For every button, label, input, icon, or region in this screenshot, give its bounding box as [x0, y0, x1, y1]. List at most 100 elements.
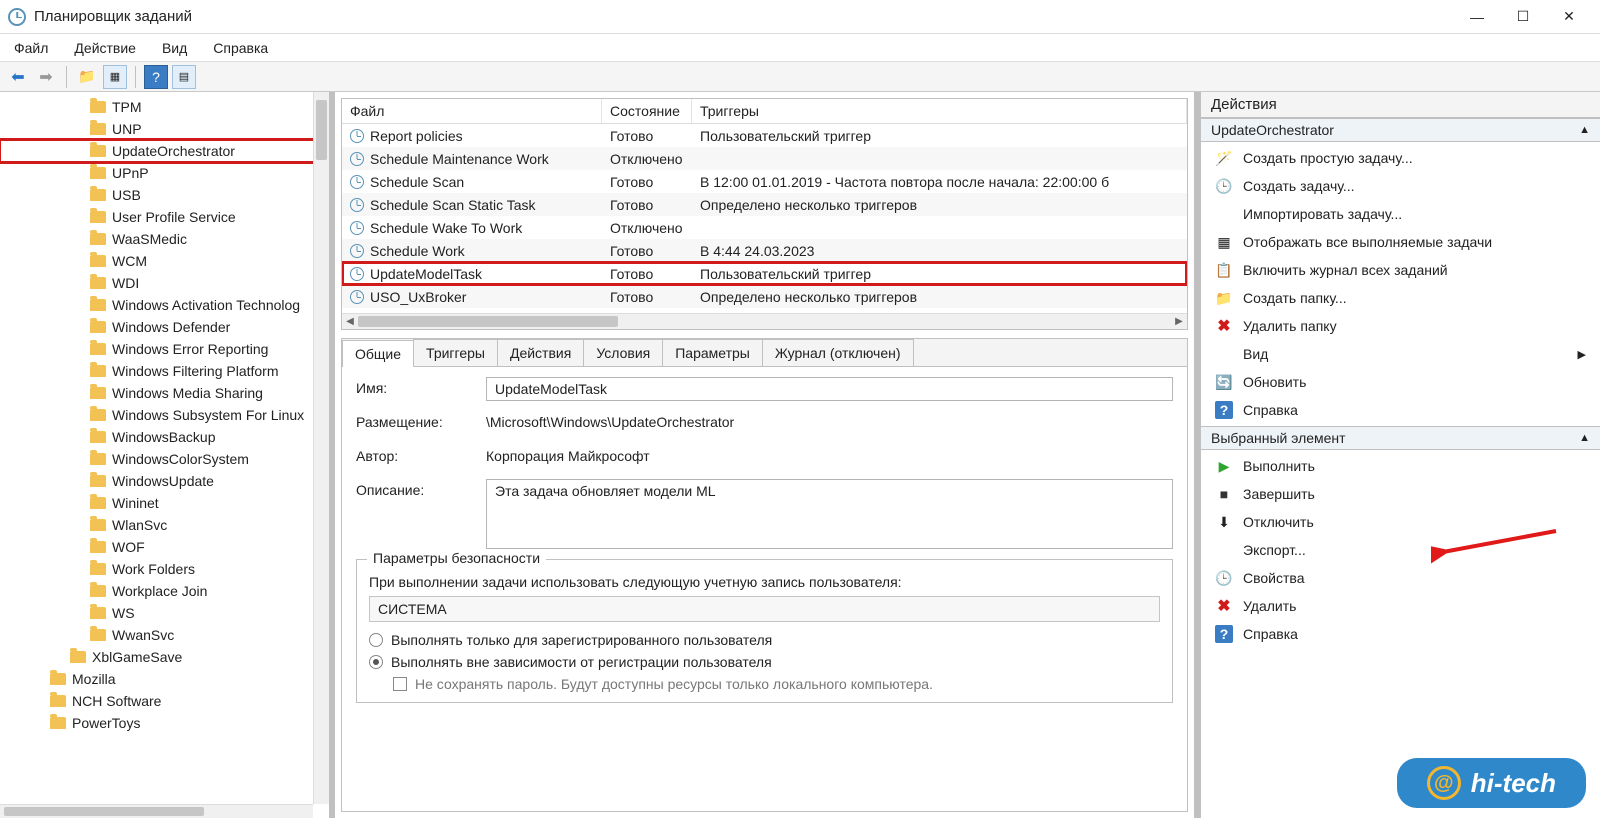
chk-no-password[interactable]: Не сохранять пароль. Будут доступны ресу… — [393, 676, 1160, 692]
action-item[interactable]: ?Справка — [1201, 396, 1600, 424]
opt-logged-in-only[interactable]: Выполнять только для зарегистрированного… — [369, 632, 1160, 648]
tree-item[interactable]: Workplace Join — [0, 580, 329, 602]
action-item[interactable]: ▦Отображать все выполняемые задачи — [1201, 228, 1600, 256]
action-item[interactable]: Вид▶ — [1201, 340, 1600, 368]
tree-horizontal-scrollbar[interactable] — [0, 804, 313, 818]
action-label: Отключить — [1243, 514, 1314, 530]
action-item[interactable]: 🕒Создать задачу... — [1201, 172, 1600, 200]
action-item[interactable]: 📁Создать папку... — [1201, 284, 1600, 312]
minimize-button[interactable]: — — [1454, 2, 1500, 32]
tree-item[interactable]: WlanSvc — [0, 514, 329, 536]
tree-item[interactable]: NCH Software — [0, 690, 329, 712]
help-button[interactable]: ? — [144, 65, 168, 89]
opt-regardless-login[interactable]: Выполнять вне зависимости от регистрации… — [369, 654, 1160, 670]
tree-item[interactable]: WDI — [0, 272, 329, 294]
folder-icon — [90, 343, 106, 355]
tree-item[interactable]: WwanSvc — [0, 624, 329, 646]
task-list-horizontal-scrollbar[interactable]: ◀▶ — [342, 313, 1187, 329]
action-item[interactable]: 🔄Обновить — [1201, 368, 1600, 396]
menu-view[interactable]: Вид — [158, 38, 191, 58]
menu-help[interactable]: Справка — [209, 38, 272, 58]
tree-vertical-scrollbar[interactable] — [313, 92, 329, 804]
tab-triggers[interactable]: Триггеры — [413, 339, 498, 366]
action-item[interactable]: ✖Удалить — [1201, 592, 1600, 620]
action-item[interactable]: Импортировать задачу... — [1201, 200, 1600, 228]
action-item[interactable]: Экспорт... — [1201, 536, 1600, 564]
tree-item[interactable]: Wininet — [0, 492, 329, 514]
action-item[interactable]: ■Завершить — [1201, 480, 1600, 508]
up-level-button[interactable]: 📁 — [75, 65, 99, 89]
action-item[interactable]: ▶Выполнить — [1201, 452, 1600, 480]
tree-item[interactable]: WindowsUpdate — [0, 470, 329, 492]
task-row[interactable]: UpdateModelTaskГотовоПользовательский тр… — [342, 262, 1187, 285]
menu-action[interactable]: Действие — [70, 38, 140, 58]
tab-general[interactable]: Общие — [342, 340, 414, 367]
label-desc: Описание: — [356, 479, 486, 498]
action-label: Удалить — [1243, 598, 1296, 614]
refresh-icon: 🔄 — [1215, 373, 1233, 391]
folder-icon — [90, 123, 106, 135]
tab-params[interactable]: Параметры — [662, 339, 763, 366]
tree-item[interactable]: Windows Media Sharing — [0, 382, 329, 404]
actions-section-folder[interactable]: UpdateOrchestrator▲ — [1201, 118, 1600, 142]
tree-item[interactable]: USB — [0, 184, 329, 206]
task-state: Готово — [602, 243, 692, 259]
tree-item[interactable]: Work Folders — [0, 558, 329, 580]
task-row[interactable]: Schedule Wake To WorkОтключено — [342, 216, 1187, 239]
tree-item[interactable]: TPM — [0, 96, 329, 118]
action-item[interactable]: 🪄Создать простую задачу... — [1201, 144, 1600, 172]
security-legend: Параметры безопасности — [367, 550, 546, 566]
field-name[interactable]: UpdateModelTask — [486, 377, 1173, 401]
tree-item[interactable]: WCM — [0, 250, 329, 272]
tree-item[interactable]: XblGameSave — [0, 646, 329, 668]
tree-item[interactable]: Mozilla — [0, 668, 329, 690]
tree-item-label: Workplace Join — [112, 583, 207, 599]
nav-back-button[interactable]: ⬅ — [6, 65, 30, 89]
tree-item[interactable]: WaaSMedic — [0, 228, 329, 250]
tree-item[interactable]: Windows Subsystem For Linux — [0, 404, 329, 426]
task-row[interactable]: Schedule Scan Static TaskГотовоОпределен… — [342, 193, 1187, 216]
tree-item[interactable]: Windows Activation Technolog — [0, 294, 329, 316]
task-icon — [350, 267, 364, 281]
close-button[interactable]: ✕ — [1546, 2, 1592, 32]
tab-log[interactable]: Журнал (отключен) — [762, 339, 914, 366]
action-item[interactable]: ?Справка — [1201, 620, 1600, 648]
tree-item[interactable]: UPnP — [0, 162, 329, 184]
tab-conditions[interactable]: Условия — [583, 339, 663, 366]
task-row[interactable]: Schedule ScanГотовоВ 12:00 01.01.2019 - … — [342, 170, 1187, 193]
tree-item[interactable]: Windows Defender — [0, 316, 329, 338]
maximize-button[interactable]: ☐ — [1500, 2, 1546, 32]
task-trigger: В 12:00 01.01.2019 - Частота повтора пос… — [692, 174, 1187, 190]
menu-file[interactable]: Файл — [10, 38, 52, 58]
action-item[interactable]: ✖Удалить папку — [1201, 312, 1600, 340]
tree-item[interactable]: WindowsColorSystem — [0, 448, 329, 470]
folder-icon — [90, 497, 106, 509]
tree-item[interactable]: WS — [0, 602, 329, 624]
tree-item[interactable]: WindowsBackup — [0, 426, 329, 448]
col-file[interactable]: Файл — [342, 99, 602, 123]
tree-item[interactable]: PowerToys — [0, 712, 329, 734]
col-triggers[interactable]: Триггеры — [692, 99, 1187, 123]
nav-forward-button[interactable]: ➡ — [34, 65, 58, 89]
action-item[interactable]: ⬇Отключить — [1201, 508, 1600, 536]
tree-item[interactable]: UpdateOrchestrator — [0, 140, 329, 162]
tree-item[interactable]: User Profile Service — [0, 206, 329, 228]
blank-icon — [1215, 345, 1233, 363]
action-item[interactable]: 🕒Свойства — [1201, 564, 1600, 592]
tree-item[interactable]: UNP — [0, 118, 329, 140]
toggle-actions-pane-button[interactable]: ▤ — [172, 65, 196, 89]
tree-item[interactable]: WOF — [0, 536, 329, 558]
toggle-console-tree-button[interactable]: ▦ — [103, 65, 127, 89]
actions-section-selected[interactable]: Выбранный элемент▲ — [1201, 426, 1600, 450]
field-desc[interactable]: Эта задача обновляет модели ML — [486, 479, 1173, 549]
task-row[interactable]: Schedule Maintenance WorkОтключено — [342, 147, 1187, 170]
tree-item-label: UpdateOrchestrator — [112, 143, 235, 159]
task-row[interactable]: Schedule WorkГотовоВ 4:44 24.03.2023 — [342, 239, 1187, 262]
tree-item[interactable]: Windows Filtering Platform — [0, 360, 329, 382]
action-item[interactable]: 📋Включить журнал всех заданий — [1201, 256, 1600, 284]
task-row[interactable]: USO_UxBrokerГотовоОпределено несколько т… — [342, 285, 1187, 308]
tab-actions[interactable]: Действия — [497, 339, 584, 366]
tree-item[interactable]: Windows Error Reporting — [0, 338, 329, 360]
col-state[interactable]: Состояние — [602, 99, 692, 123]
task-row[interactable]: Report policiesГотовоПользовательский тр… — [342, 124, 1187, 147]
